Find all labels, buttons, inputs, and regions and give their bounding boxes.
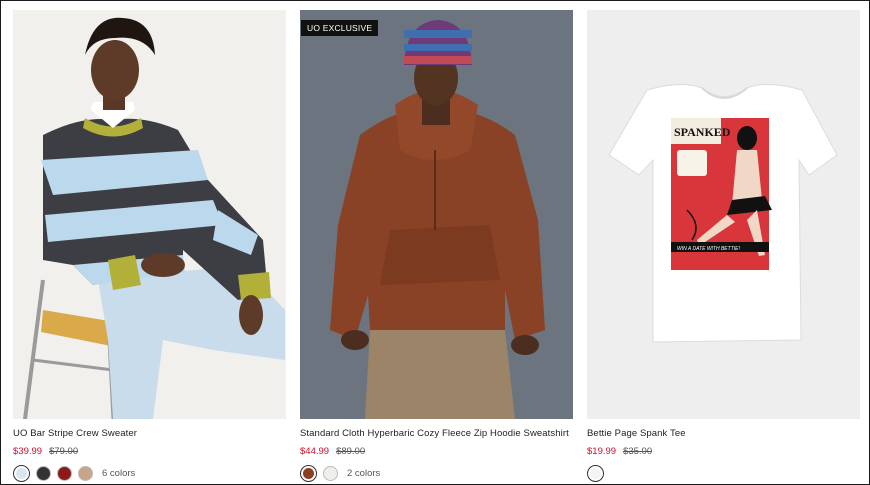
sale-price: $44.99 (300, 446, 330, 457)
color-swatch-white[interactable] (587, 464, 604, 482)
hoodie-model-photo (300, 10, 573, 419)
original-price: $89.00 (336, 446, 366, 457)
product-image[interactable] (13, 10, 286, 419)
original-price: $35.00 (623, 446, 653, 457)
color-swatch-maroon[interactable] (57, 465, 72, 481)
product-card[interactable]: UO EXCLUSIVE Standard Cloth Hyperbaric C… (300, 10, 573, 482)
sweater-model-photo (13, 10, 286, 419)
sale-price: $19.99 (587, 446, 617, 457)
color-swatch-light-blue[interactable] (13, 464, 30, 482)
price-row: $44.99 $89.00 (300, 446, 573, 457)
color-swatch-cream[interactable] (323, 465, 338, 481)
product-card[interactable]: UO Bar Stripe Crew Sweater $39.99 $79.00 … (13, 10, 286, 482)
color-swatch-beige[interactable] (78, 465, 93, 481)
original-price: $79.00 (49, 446, 79, 457)
product-name[interactable]: UO Bar Stripe Crew Sweater (13, 428, 286, 439)
product-name[interactable]: Bettie Page Spank Tee (587, 428, 860, 439)
product-image[interactable]: SPANKED WIN A DATE WITH BETTIE! (587, 10, 860, 419)
product-name[interactable]: Standard Cloth Hyperbaric Cozy Fleece Zi… (300, 428, 573, 439)
color-swatches: 6 colors (13, 464, 286, 482)
colors-count[interactable]: 6 colors (102, 468, 135, 479)
exclusive-badge: UO EXCLUSIVE (301, 20, 379, 36)
sale-price: $39.99 (13, 446, 43, 457)
tee-graphic-title: SPANKED (674, 125, 731, 139)
color-swatches: 2 colors (300, 464, 573, 482)
color-swatch-charcoal[interactable] (36, 465, 51, 481)
tee-product-photo: SPANKED WIN A DATE WITH BETTIE! (587, 10, 860, 419)
color-swatch-rust[interactable] (300, 464, 317, 482)
price-row: $19.99 $35.00 (587, 446, 860, 457)
price-row: $39.99 $79.00 (13, 446, 286, 457)
tee-graphic-banner: WIN A DATE WITH BETTIE! (677, 246, 740, 252)
product-image[interactable]: UO EXCLUSIVE (300, 10, 573, 419)
colors-count[interactable]: 2 colors (347, 468, 380, 479)
product-card[interactable]: SPANKED WIN A DATE WITH BETTIE! Bettie P… (587, 10, 860, 482)
color-swatches (587, 464, 860, 482)
